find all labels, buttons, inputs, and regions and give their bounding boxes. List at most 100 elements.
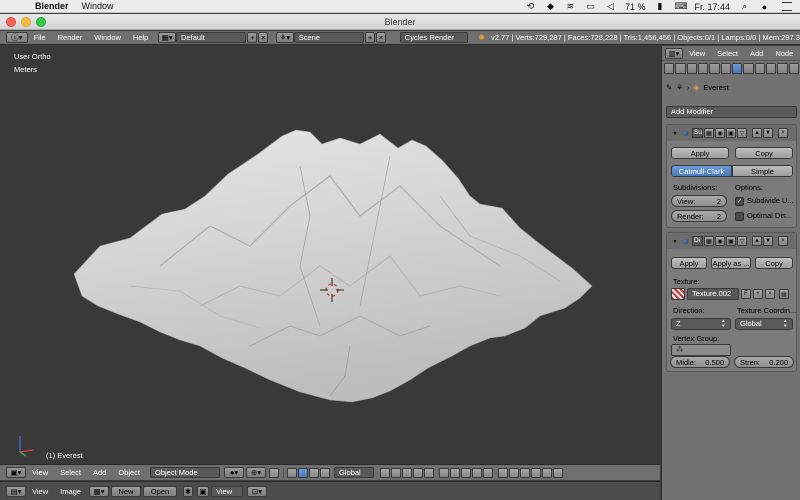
editor-type-info-icon[interactable]: ⓘ▾	[6, 32, 28, 43]
render-levels-field[interactable]: Render: 2	[671, 210, 727, 222]
optimal-display-checkbox[interactable]	[735, 212, 744, 221]
snap-element-icon[interactable]	[531, 467, 542, 478]
texture-tab-icon[interactable]	[765, 63, 777, 74]
rotate-manipulator-icon[interactable]	[309, 467, 320, 478]
translate-manipulator-icon[interactable]	[298, 467, 309, 478]
view-levels-field[interactable]: View: 2	[671, 195, 727, 207]
move-down-icon[interactable]: ▼	[763, 128, 773, 138]
3d-cursor-icon[interactable]	[320, 278, 344, 302]
subsurf-name-field[interactable]: Su	[692, 128, 703, 138]
render-tab-icon[interactable]	[664, 63, 675, 74]
manipulator-toggle-icon[interactable]	[269, 467, 280, 478]
viewport-menu-object[interactable]: Object	[112, 468, 146, 477]
editor-type-image-icon[interactable]: ▤▾	[6, 485, 26, 497]
layer-icon[interactable]	[461, 467, 472, 478]
layer-icon[interactable]	[380, 467, 391, 478]
add-scene-icon[interactable]: +	[365, 32, 375, 43]
collapse-arrow-icon[interactable]: ▾	[670, 128, 680, 138]
show-in-viewport-icon[interactable]: ◉	[715, 236, 725, 246]
transform-manipulator-icon[interactable]	[287, 467, 298, 478]
layer-icon[interactable]	[391, 467, 402, 478]
battery-icon[interactable]: ▮	[654, 1, 665, 12]
viewport-menu-select[interactable]: Select	[54, 468, 87, 477]
transform-orientation-dropdown[interactable]: Global	[334, 467, 375, 478]
displace-copy-button[interactable]: Copy	[755, 257, 793, 269]
airplay-icon[interactable]: ▭	[585, 1, 596, 12]
image-mode-icon[interactable]: ▣	[196, 485, 209, 497]
new-texture-icon[interactable]: +	[753, 289, 763, 299]
pivot-icon[interactable]: ⊡▾	[246, 485, 267, 497]
snap-icon[interactable]	[520, 467, 531, 478]
remove-scene-icon[interactable]: ×	[375, 32, 386, 43]
fake-user-toggle[interactable]: F	[741, 289, 751, 299]
window-menu[interactable]: Window	[82, 1, 114, 11]
direction-dropdown[interactable]: Z	[671, 318, 731, 330]
layer-icon[interactable]	[402, 467, 413, 478]
displace-apply-button[interactable]: Apply	[671, 257, 707, 269]
clock[interactable]: Fr. 17:44	[694, 2, 730, 12]
lock-layers-icon[interactable]	[498, 467, 509, 478]
close-window-button[interactable]	[6, 17, 16, 27]
remove-layout-icon[interactable]: ×	[258, 32, 269, 43]
interaction-mode-dropdown[interactable]: Object Mode	[150, 467, 221, 478]
viewport-menu-add[interactable]: Add	[87, 468, 112, 477]
properties-menu-select[interactable]: Select	[711, 49, 744, 58]
remove-modifier-icon[interactable]: ×	[778, 236, 788, 246]
data-tab-icon[interactable]	[743, 63, 754, 74]
simple-toggle[interactable]: Simple	[732, 165, 793, 177]
layer-icon[interactable]	[424, 467, 435, 478]
apply-as-shape-button[interactable]: Apply as ...	[711, 257, 751, 269]
add-modifier-dropdown[interactable]: Add Modifier	[666, 106, 797, 118]
browse-image-icon[interactable]: ▦▾	[88, 485, 109, 497]
everest-terrain-mesh[interactable]	[0, 46, 660, 464]
subsurf-copy-button[interactable]: Copy	[735, 147, 793, 159]
properties-menu-add[interactable]: Add	[744, 49, 769, 58]
move-up-icon[interactable]: ▲	[752, 236, 762, 246]
pin-context-icon[interactable]: ✎	[666, 83, 672, 92]
siri-icon[interactable]: ●	[759, 2, 770, 12]
catmull-clark-toggle[interactable]: Catmull-Clark	[671, 165, 732, 177]
battery-percent[interactable]: 71 %	[625, 2, 646, 12]
object-tab-icon[interactable]	[709, 63, 720, 74]
3d-viewport[interactable]: User Ortho Meters (1) Everest	[0, 46, 660, 464]
layer-buttons[interactable]	[380, 467, 494, 478]
editor-type-3d-icon[interactable]: ▣▾	[6, 467, 26, 478]
world-tab-icon[interactable]	[697, 63, 709, 74]
scene-tab-icon[interactable]	[686, 63, 697, 74]
screen-layout-icon[interactable]: ▦▾	[158, 32, 176, 43]
wifi-icon[interactable]: ≋	[565, 1, 576, 12]
menu-window[interactable]: Window	[88, 33, 127, 42]
modifiers-tab-icon[interactable]	[731, 63, 743, 74]
displace-name-field[interactable]: Di	[692, 236, 703, 246]
texture-browse-icon[interactable]	[671, 288, 685, 300]
volume-icon[interactable]: ◁	[605, 1, 616, 12]
screen-layout-field[interactable]: Default	[175, 32, 247, 43]
show-on-cage-icon[interactable]: ▽	[737, 236, 747, 246]
render-engine-dropdown[interactable]: Cycles Render	[399, 32, 469, 43]
show-on-cage-icon[interactable]: ▽	[737, 128, 747, 138]
new-image-button[interactable]: New	[110, 485, 141, 497]
pivot-point-icon[interactable]: ⊕▾	[246, 467, 267, 478]
add-layout-icon[interactable]: +	[247, 32, 258, 43]
layer-icon[interactable]	[439, 467, 450, 478]
image-menu-image[interactable]: Image	[54, 487, 87, 496]
collapse-arrow-icon[interactable]: ▾	[670, 236, 680, 246]
properties-menu-node[interactable]: Node	[769, 49, 799, 58]
opengl-anim-icon[interactable]	[553, 467, 564, 478]
opengl-render-icon[interactable]	[542, 467, 553, 478]
layer-icon[interactable]	[483, 467, 494, 478]
minimize-window-button[interactable]	[21, 17, 31, 27]
spotlight-icon[interactable]: ⌕	[739, 1, 750, 12]
move-down-icon[interactable]: ▼	[763, 236, 773, 246]
menu-file[interactable]: File	[28, 33, 52, 42]
scene-icon[interactable]: ⚘▾	[276, 32, 294, 43]
input-source-icon[interactable]: ⌨	[674, 1, 687, 12]
scene-field[interactable]: Scene	[293, 32, 365, 43]
texture-name-field[interactable]: Texture.002	[687, 288, 739, 300]
menu-render[interactable]: Render	[52, 33, 89, 42]
strength-field[interactable]: Stren: 0.200	[734, 356, 794, 368]
midlevel-field[interactable]: Midle: 0.500	[670, 356, 730, 368]
show-texture-properties-icon[interactable]: ▤	[779, 289, 789, 299]
show-in-render-icon[interactable]: ▣	[726, 236, 736, 246]
image-menu-view[interactable]: View	[26, 487, 54, 496]
